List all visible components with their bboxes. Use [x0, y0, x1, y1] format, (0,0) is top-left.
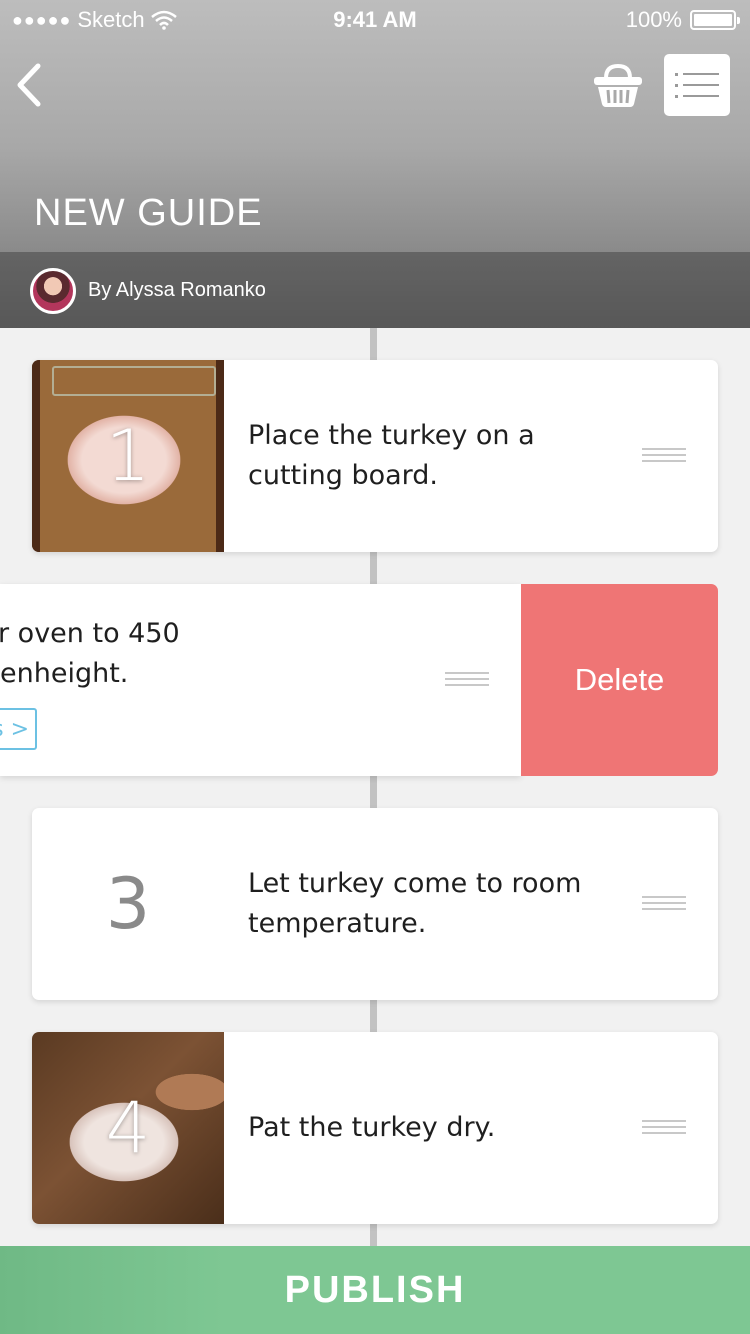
- battery-percent: 100%: [625, 7, 682, 32]
- delete-button[interactable]: Delete: [521, 584, 718, 776]
- step-text-line-1: r oven to 450: [0, 618, 180, 649]
- chevron-left-icon: [17, 63, 41, 107]
- drag-handle-icon[interactable]: [642, 1120, 686, 1136]
- step-card-2-swiped[interactable]: r oven to 450 enheight. s > Delete: [0, 584, 718, 776]
- step-photo: 1: [32, 360, 224, 552]
- basket-button[interactable]: [590, 60, 646, 110]
- step-number: 3: [105, 863, 151, 945]
- step-number: 1: [105, 415, 151, 497]
- step-text: Let turkey come to room temperature.: [248, 868, 582, 939]
- page-title: NEW GUIDE: [34, 192, 263, 234]
- drag-handle-icon[interactable]: [642, 448, 686, 464]
- status-bar: ●●●●● Sketch 9:41 AM 100%: [0, 0, 750, 40]
- battery-icon: [690, 10, 740, 30]
- status-right: 100%: [625, 7, 740, 33]
- steps-list-button[interactable]: [664, 54, 730, 116]
- drag-handle-icon[interactable]: [445, 672, 489, 688]
- step-card-4[interactable]: 4 Pat the turkey dry.: [32, 1032, 718, 1224]
- step-text: Pat the turkey dry.: [248, 1112, 496, 1143]
- basket-icon: [594, 63, 642, 107]
- avatar[interactable]: [30, 268, 76, 314]
- step-number-area: 3: [32, 808, 224, 1000]
- step-text: Place the turkey on a cutting board.: [248, 420, 535, 491]
- publish-button[interactable]: PUBLISH: [0, 1246, 750, 1334]
- step-number: 4: [105, 1087, 151, 1169]
- drag-handle-icon[interactable]: [642, 896, 686, 912]
- step-card-2[interactable]: r oven to 450 enheight. s >: [0, 584, 521, 776]
- guide-header: ●●●●● Sketch 9:41 AM 100% NEW GUIDE By A…: [0, 0, 750, 328]
- step-photo: 4: [32, 1032, 224, 1224]
- author-name[interactable]: By Alyssa Romanko: [88, 279, 266, 302]
- step-link-button[interactable]: s >: [0, 708, 37, 750]
- step-card-3[interactable]: 3 Let turkey come to room temperature.: [32, 808, 718, 1000]
- step-card-1[interactable]: 1 Place the turkey on a cutting board.: [32, 360, 718, 552]
- list-icon: [675, 73, 719, 98]
- step-text: r oven to 450 enheight.: [0, 614, 360, 694]
- step-text-line-2: enheight.: [0, 658, 129, 689]
- author-bar: By Alyssa Romanko: [0, 252, 750, 328]
- back-button[interactable]: [10, 58, 54, 112]
